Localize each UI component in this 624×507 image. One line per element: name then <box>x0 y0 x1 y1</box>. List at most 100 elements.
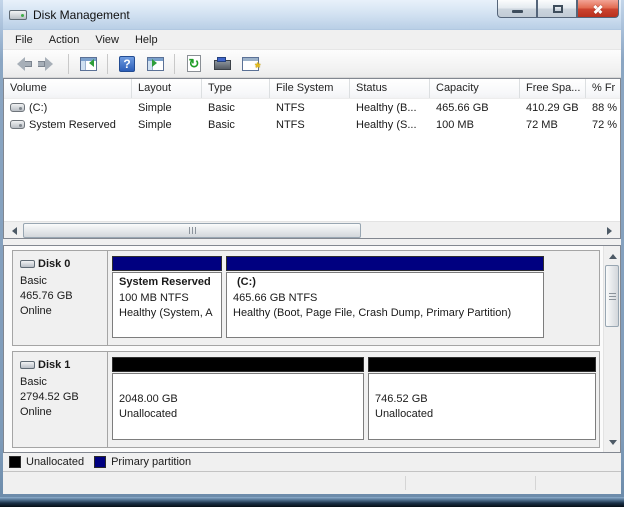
table-row[interactable]: System Reserved Simple Basic NTFS Health… <box>4 116 620 133</box>
help-icon: ? <box>119 56 135 72</box>
maximize-icon <box>553 5 563 13</box>
status-bar-divider <box>535 476 536 490</box>
disk0-size: 465.76 GB <box>20 289 100 304</box>
partition-color-bar <box>112 357 364 372</box>
refresh-button[interactable]: ↻ <box>182 53 206 75</box>
table-row[interactable]: (C:) Simple Basic NTFS Healthy (B... 465… <box>4 99 620 116</box>
menu-action[interactable]: Action <box>41 32 88 48</box>
forward-arrow-icon <box>38 57 60 71</box>
vertical-scrollbar[interactable] <box>603 246 620 452</box>
scroll-up-arrow[interactable] <box>604 246 621 262</box>
cell-status: Healthy (S... <box>350 119 430 131</box>
scroll-right-arrow[interactable] <box>603 222 620 239</box>
cell-file-system: NTFS <box>270 119 350 131</box>
disk0-type: Basic <box>20 274 100 289</box>
disk1-size: 2794.52 GB <box>20 390 100 405</box>
partition-name <box>119 377 357 392</box>
column-header-capacity[interactable]: Capacity <box>430 79 520 98</box>
minimize-icon <box>512 10 523 13</box>
app-icon <box>9 9 27 22</box>
rescan-disks-button[interactable] <box>210 53 234 75</box>
legend-label: Unallocated <box>26 456 84 468</box>
partition-status: Unallocated <box>119 407 357 422</box>
rescan-disks-icon <box>214 57 231 70</box>
column-header-status[interactable]: Status <box>350 79 430 98</box>
forward-button[interactable] <box>37 53 61 75</box>
partition-size: 746.52 GB <box>375 392 589 407</box>
toolbar-separator <box>107 54 108 74</box>
show-console-tree-button[interactable] <box>76 53 100 75</box>
console-tree-icon <box>80 57 97 71</box>
vertical-scrollbar-thumb[interactable] <box>605 265 619 327</box>
partition-name: System Reserved <box>119 276 215 291</box>
disk-icon <box>20 259 35 270</box>
cell-file-system: NTFS <box>270 102 350 114</box>
maximize-button[interactable] <box>537 0 577 18</box>
window-title: Disk Management <box>33 8 130 22</box>
partition-system-reserved[interactable]: System Reserved 100 MB NTFS Healthy (Sys… <box>112 256 222 345</box>
scroll-down-arrow[interactable] <box>604 436 621 452</box>
disk1-status: Online <box>20 405 100 420</box>
partition-size: 465.66 GB NTFS <box>233 291 537 306</box>
menu-file[interactable]: File <box>7 32 41 48</box>
menu-bar: File Action View Help <box>3 30 621 50</box>
cell-type: Basic <box>202 102 270 114</box>
cell-type: Basic <box>202 119 270 131</box>
disk1-type: Basic <box>20 375 100 390</box>
minimize-button[interactable] <box>497 0 537 18</box>
refresh-icon: ↻ <box>187 55 201 72</box>
column-header-type[interactable]: Type <box>202 79 270 98</box>
horizontal-scrollbar-thumb[interactable] <box>23 223 361 238</box>
new-window-button[interactable]: * <box>238 53 262 75</box>
legend-item-primary-partition: Primary partition <box>94 456 191 468</box>
back-button[interactable] <box>9 53 33 75</box>
legend-bar: Unallocated Primary partition <box>3 453 621 472</box>
cell-capacity: 100 MB <box>430 119 520 131</box>
cell-capacity: 465.66 GB <box>430 102 520 114</box>
column-header-file-system[interactable]: File System <box>270 79 350 98</box>
show-action-pane-button[interactable] <box>143 53 167 75</box>
unallocated-color-swatch <box>9 456 21 468</box>
partition-color-bar <box>226 256 544 271</box>
legend-label: Primary partition <box>111 456 191 468</box>
disk1-label[interactable]: Disk 1 Basic 2794.52 GB Online <box>13 352 108 447</box>
legend-item-unallocated: Unallocated <box>9 456 84 468</box>
back-arrow-icon <box>10 57 32 71</box>
unallocated-region-1[interactable]: 2048.00 GB Unallocated <box>112 357 364 447</box>
menu-help[interactable]: Help <box>127 32 166 48</box>
graphical-view-pane: Disk 0 Basic 465.76 GB Online System Res… <box>3 245 621 453</box>
disk-management-window: Disk Management File Action View Help ? <box>0 0 624 507</box>
status-bar <box>3 472 621 494</box>
status-bar-divider <box>405 476 406 490</box>
column-header-layout[interactable]: Layout <box>132 79 202 98</box>
cell-pct-free: 88 % <box>586 102 620 114</box>
toolbar: ? ↻ * <box>3 50 621 78</box>
partition-c-drive[interactable]: (C:) 465.66 GB NTFS Healthy (Boot, Page … <box>226 256 544 345</box>
close-icon <box>592 3 604 15</box>
cell-status: Healthy (B... <box>350 102 430 114</box>
scroll-left-arrow[interactable] <box>4 222 21 239</box>
partition-color-bar <box>112 256 222 271</box>
unallocated-region-2[interactable]: 746.52 GB Unallocated <box>368 357 596 447</box>
primary-partition-color-swatch <box>94 456 106 468</box>
cell-pct-free: 72 % <box>586 119 620 131</box>
volume-name: (C:) <box>29 102 47 114</box>
disk-icon <box>20 360 35 371</box>
column-header-pct-free[interactable]: % Fr <box>586 79 620 98</box>
partition-status: Unallocated <box>375 407 589 422</box>
cell-layout: Simple <box>132 119 202 131</box>
volume-name: System Reserved <box>29 119 116 131</box>
disk0-label[interactable]: Disk 0 Basic 465.76 GB Online <box>13 251 108 345</box>
help-button[interactable]: ? <box>115 53 139 75</box>
column-header-free-space[interactable]: Free Spa... <box>520 79 586 98</box>
volume-icon <box>10 120 25 129</box>
partition-status: Healthy (System, A <box>119 306 215 321</box>
horizontal-scrollbar[interactable] <box>4 221 620 238</box>
close-button[interactable] <box>577 0 619 18</box>
partition-name <box>375 377 589 392</box>
column-header-volume[interactable]: Volume <box>4 79 132 98</box>
partition-name: (C:) <box>233 276 537 291</box>
partition-status: Healthy (Boot, Page File, Crash Dump, Pr… <box>233 306 537 321</box>
title-bar: Disk Management <box>3 0 621 30</box>
menu-view[interactable]: View <box>87 32 127 48</box>
